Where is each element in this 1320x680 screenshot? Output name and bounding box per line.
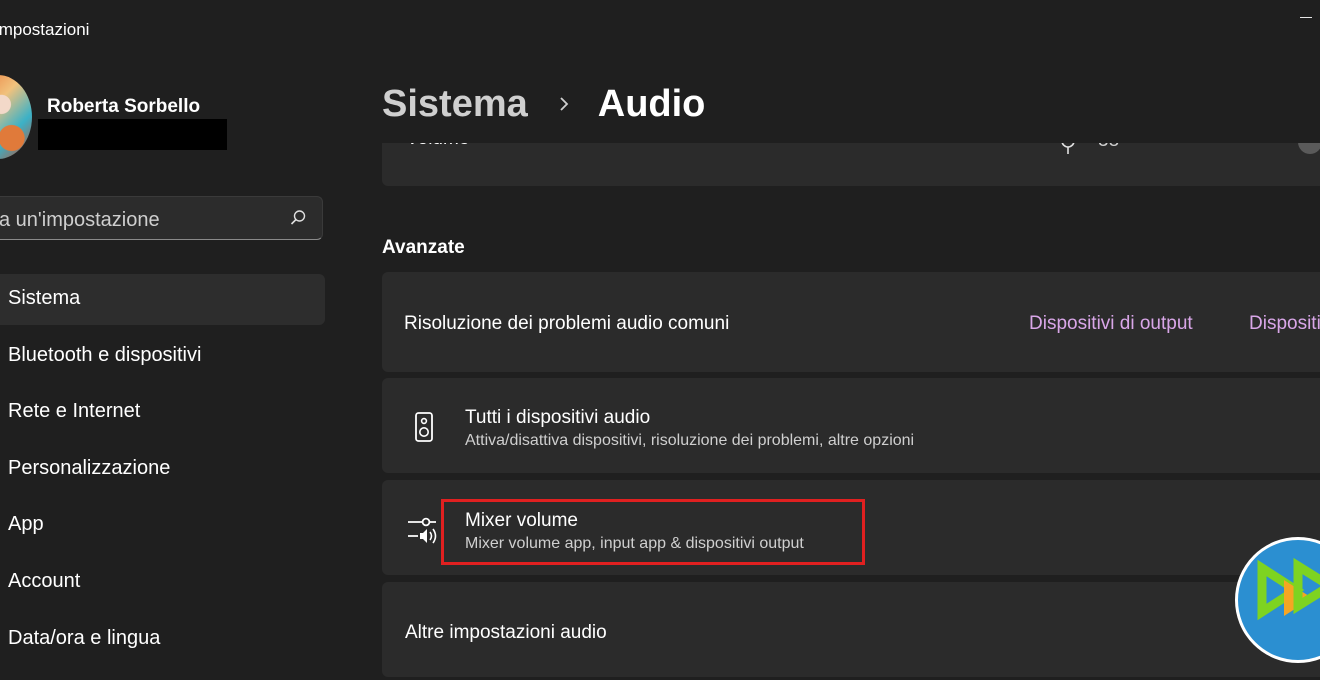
sidebar-item-bluetooth[interactable]: Bluetooth e dispositivi <box>0 331 325 382</box>
user-name: Roberta Sorbello <box>47 96 201 117</box>
row-title: Tutti i dispositivi audio <box>465 407 651 428</box>
highlight-annotation <box>441 499 865 565</box>
sidebar-item-label: Account <box>8 569 81 592</box>
user-email-redacted <box>38 119 227 150</box>
search-placeholder: a un'impostazione <box>0 209 160 231</box>
other-audio-settings-row[interactable]: Altre impostazioni audio <box>382 582 1320 677</box>
sidebar-item-label: Sistema <box>8 287 81 309</box>
sidebar-item-account[interactable]: Account <box>0 557 325 608</box>
all-audio-devices-row[interactable]: Tutti i dispositivi audio Attiva/disatti… <box>382 378 1320 473</box>
sidebar-item-sistema[interactable]: Sistema <box>0 274 325 325</box>
avatar[interactable] <box>0 75 32 159</box>
sidebar-item-label: Rete e Internet <box>8 400 141 423</box>
sidebar-item-app[interactable]: App <box>0 500 325 551</box>
minimize-button[interactable] <box>1298 8 1316 24</box>
sidebar-item-rete[interactable]: Rete e Internet <box>0 387 325 438</box>
troubleshoot-label: Risoluzione dei problemi audio comuni <box>404 313 730 334</box>
sidebar-item-label: Personalizzazione <box>8 456 171 479</box>
input-devices-link[interactable]: Dispositivi di input <box>1249 313 1320 335</box>
window-title: Impostazioni <box>0 20 90 39</box>
section-title-avanzate: Avanzate <box>382 237 465 258</box>
row-subtitle: Attiva/disattiva dispositivi, risoluzion… <box>465 432 915 449</box>
search-input[interactable]: a un'impostazione <box>0 196 323 240</box>
breadcrumb-parent[interactable]: Sistema <box>382 83 528 126</box>
sidebar-item-data-ora[interactable]: Data/ora e lingua <box>0 614 325 665</box>
brand-logo-mark-icon <box>1257 557 1320 621</box>
sidebar-item-label: Bluetooth e dispositivi <box>8 343 202 366</box>
sidebar-item-personalizzazione[interactable]: Personalizzazione <box>0 444 325 495</box>
output-devices-link[interactable]: Dispositivi di output <box>1029 313 1193 335</box>
speaker-icon <box>415 412 433 442</box>
sidebar-item-label: Data/ora e lingua <box>8 626 161 649</box>
volume-mixer-icon <box>408 517 437 544</box>
search-icon[interactable] <box>289 209 307 227</box>
sidebar-nav: Sistema Bluetooth e dispositivi Rete e I… <box>0 274 325 670</box>
breadcrumb: Sistema Audio <box>382 80 705 128</box>
troubleshoot-card: Risoluzione dei problemi audio comuni Di… <box>382 272 1320 372</box>
chevron-right-icon <box>560 97 569 111</box>
sidebar-item-label: App <box>8 513 44 536</box>
other-audio-settings-label: Altre impostazioni audio <box>405 622 607 643</box>
page-title: Audio <box>597 82 706 125</box>
